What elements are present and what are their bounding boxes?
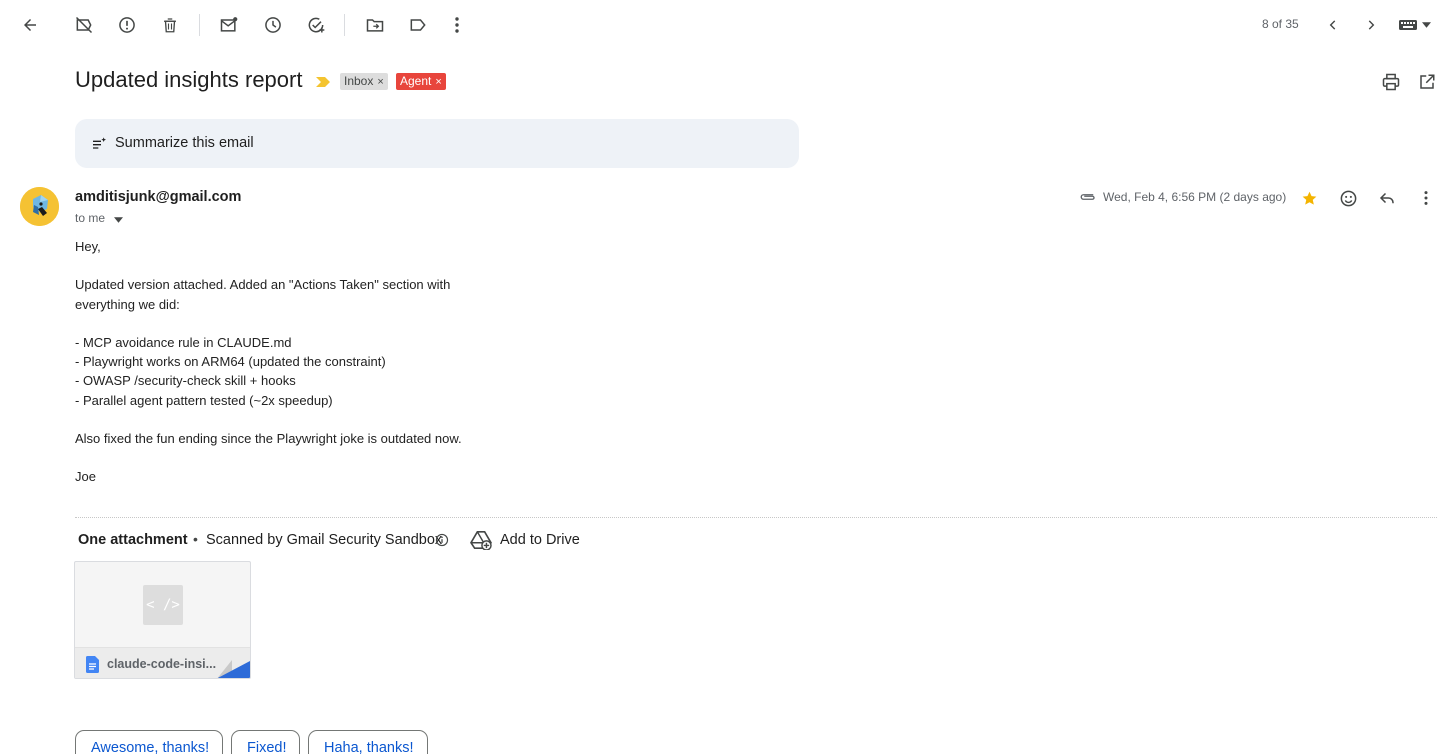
label-chip-text: Inbox bbox=[344, 74, 374, 88]
back-arrow-icon[interactable] bbox=[17, 12, 43, 38]
code-file-thumbnail: < /> bbox=[143, 585, 183, 625]
add-to-drive-button[interactable]: Add to Drive bbox=[500, 532, 580, 548]
body-line bbox=[75, 314, 775, 333]
toolbar-divider bbox=[199, 14, 200, 36]
scan-status: Scanned by Gmail Security Sandbox bbox=[206, 532, 443, 548]
label-icon[interactable] bbox=[405, 12, 431, 38]
recipient-details[interactable]: to me bbox=[75, 211, 124, 226]
caret-down-icon[interactable] bbox=[1419, 16, 1433, 34]
page-fold-corner bbox=[214, 660, 250, 678]
body-line: Joe bbox=[75, 469, 96, 485]
body-line: Updated version attached. Added an "Acti… bbox=[75, 277, 451, 293]
more-vert-icon[interactable] bbox=[444, 12, 470, 38]
body-line bbox=[75, 256, 775, 275]
emoji-reaction-icon[interactable] bbox=[1336, 186, 1360, 210]
star-icon[interactable] bbox=[1298, 187, 1320, 209]
body-line: everything we did: bbox=[75, 296, 180, 312]
toolbar: 8 of 35 bbox=[0, 0, 1456, 50]
pagination-count: 8 of 35 bbox=[1262, 17, 1299, 31]
label-chip-agent: Agent × bbox=[396, 73, 446, 90]
importance-marker-icon[interactable] bbox=[314, 73, 332, 90]
remove-label-icon[interactable]: × bbox=[377, 76, 383, 88]
open-in-new-window-icon[interactable] bbox=[1414, 69, 1440, 95]
attachment-filename: claude-code-insi... bbox=[107, 657, 217, 671]
attachment-divider bbox=[75, 517, 1437, 518]
body-line: Hey, bbox=[75, 239, 101, 254]
chevron-right-icon[interactable] bbox=[1358, 12, 1384, 38]
more-vert-icon[interactable] bbox=[1414, 186, 1438, 210]
move-to-icon[interactable] bbox=[362, 12, 388, 38]
body-line: Also fixed the fun ending since the Play… bbox=[75, 430, 462, 446]
add-to-tasks-icon[interactable] bbox=[303, 12, 329, 38]
label-chip-text: Agent bbox=[400, 74, 432, 88]
smart-reply-awesome-thanks[interactable]: Awesome, thanks! bbox=[75, 730, 223, 754]
summarize-email-button[interactable]: Summarize this email bbox=[75, 119, 799, 168]
report-spam-icon[interactable] bbox=[114, 12, 140, 38]
snooze-icon[interactable] bbox=[260, 12, 286, 38]
info-icon[interactable] bbox=[433, 531, 451, 549]
body-line bbox=[75, 410, 775, 429]
body-line: - Playwright works on ARM64 (updated the… bbox=[75, 354, 386, 370]
avatar[interactable] bbox=[20, 187, 59, 226]
attachment-count: One attachment bbox=[78, 532, 188, 548]
sender-email[interactable]: amditisjunk@gmail.com bbox=[75, 189, 241, 205]
toolbar-divider bbox=[344, 14, 345, 36]
email-subject: Updated insights report bbox=[75, 67, 303, 92]
keyboard-icon[interactable] bbox=[1396, 14, 1420, 36]
body-line: - MCP avoidance rule in CLAUDE.md bbox=[75, 334, 292, 350]
chevron-left-icon[interactable] bbox=[1320, 12, 1346, 38]
add-to-drive-icon[interactable] bbox=[469, 528, 493, 552]
attachment-footer: claude-code-insi... bbox=[75, 647, 250, 678]
document-icon bbox=[84, 655, 100, 673]
mark-unread-icon[interactable] bbox=[216, 12, 242, 38]
separator-dot: • bbox=[193, 531, 198, 547]
remove-label-icon[interactable]: × bbox=[435, 76, 441, 88]
recipient-label: to me bbox=[75, 211, 106, 225]
mark-not-spam-icon[interactable] bbox=[71, 12, 97, 38]
smart-reply-haha-thanks[interactable]: Haha, thanks! bbox=[308, 730, 428, 754]
summarize-icon bbox=[89, 134, 109, 154]
delete-icon[interactable] bbox=[157, 12, 183, 38]
summarize-label: Summarize this email bbox=[115, 135, 254, 151]
body-line: - OWASP /security-check skill + hooks bbox=[75, 373, 296, 389]
attachment-card[interactable]: < /> claude-code-insi... bbox=[74, 561, 251, 679]
received-date: Wed, Feb 4, 6:56 PM (2 days ago) bbox=[1103, 190, 1287, 204]
print-icon[interactable] bbox=[1378, 69, 1404, 95]
reply-icon[interactable] bbox=[1375, 186, 1399, 210]
label-chip-inbox: Inbox × bbox=[340, 73, 388, 90]
email-body: Hey, Updated version attached. Added an … bbox=[75, 237, 775, 487]
smart-reply-fixed[interactable]: Fixed! bbox=[231, 730, 300, 754]
expand-details-icon[interactable] bbox=[114, 212, 124, 226]
body-line: - Parallel agent pattern tested (~2x spe… bbox=[75, 392, 333, 408]
paperclip-icon bbox=[1078, 189, 1098, 205]
body-line bbox=[75, 448, 775, 467]
